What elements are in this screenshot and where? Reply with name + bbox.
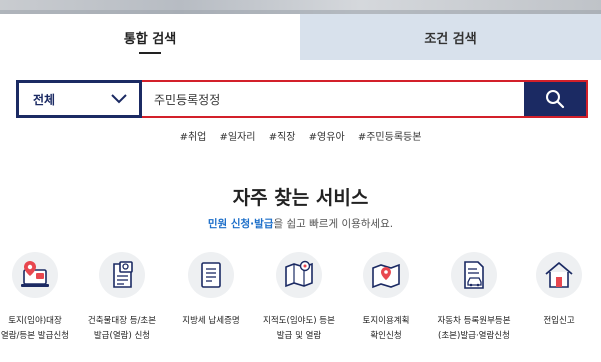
service-label: 자동차 등록원부등본 (초본)발급·열람신청 [437, 316, 511, 341]
icon-badge [99, 252, 145, 298]
service-building-ledger[interactable]: 건축물대장 등/초본 발급(열람) 신청 [79, 252, 165, 344]
scope-select[interactable]: 전체 [16, 80, 142, 118]
service-land-ledger[interactable]: 토지(임야)대장 열람/등본 발급신청 [0, 252, 78, 344]
laptop-location-icon [21, 261, 49, 287]
tab-conditional-search[interactable]: 조건 검색 [300, 14, 601, 60]
service-label: 토지(임야)대장 열람/등본 발급신청 [0, 316, 70, 341]
frequent-services: 토지(임야)대장 열람/등본 발급신청 건축물대장 등/초본 발급(열람) 신청 [0, 252, 601, 362]
search-icon [546, 90, 565, 109]
icon-badge [276, 252, 322, 298]
hashtag-link[interactable]: #영유아 [309, 132, 345, 143]
service-label: 지방세 납세증명 [182, 316, 240, 326]
service-land-use-plan[interactable]: 토지이용계획 확인신청 [343, 252, 429, 344]
hashtag-link[interactable]: #일자리 [220, 132, 256, 143]
hashtag-link[interactable]: #직장 [269, 132, 296, 143]
icon-badge [363, 252, 409, 298]
land-plan-map-icon [372, 263, 400, 289]
tab-integrated-search[interactable]: 통합 검색 [0, 14, 300, 60]
search-bar: 전체 [16, 80, 588, 118]
section-title: 자주 찾는 서비스 [232, 187, 369, 209]
service-cadastral-map[interactable]: 지적도(임야도) 등본 발급 및 열람 [256, 252, 342, 344]
service-label: 지적도(임야도) 등본 발급 및 열람 [263, 316, 335, 341]
chevron-down-icon [111, 94, 127, 104]
tax-document-icon [201, 262, 221, 288]
hashtag-link[interactable]: #취업 [180, 132, 207, 143]
icon-badge [188, 252, 234, 298]
building-document-icon [113, 261, 133, 288]
icon-badge [536, 252, 582, 298]
service-label: 건축물대장 등/초본 발급(열람) 신청 [87, 316, 157, 341]
search-button[interactable] [524, 82, 586, 116]
search-input[interactable] [142, 82, 524, 116]
subtitle-highlight: 민원 신청·발급 [207, 218, 274, 230]
hashtag-link[interactable]: #주민등록등본 [358, 132, 422, 143]
scope-select-value: 전체 [33, 92, 56, 107]
map-icon [285, 260, 313, 288]
car-registration-icon [464, 261, 484, 289]
service-label: 전입신고 [543, 316, 575, 326]
service-label: 토지이용계획 확인신청 [362, 316, 410, 341]
top-banner-image [0, 0, 601, 14]
subtitle-rest: 을 쉽고 빠르게 이용하세요. [273, 218, 394, 230]
service-local-tax-certificate[interactable]: 지방세 납세증명 [168, 252, 254, 329]
section-subtitle: 민원 신청·발급을 쉽고 빠르게 이용하세요. [0, 216, 601, 231]
service-move-in-report[interactable]: 전입신고 [516, 252, 601, 329]
house-move-in-icon [545, 262, 573, 288]
service-vehicle-registration[interactable]: 자동차 등록원부등본 (초본)발급·열람신청 [431, 252, 517, 344]
search-input-wrapper [142, 80, 588, 118]
icon-badge [12, 252, 58, 298]
search-tabs: 통합 검색 조건 검색 [0, 14, 601, 60]
icon-badge [451, 252, 497, 298]
hashtag-list: #취업 #일자리 #직장 #영유아 #주민등록등본 [0, 128, 601, 143]
